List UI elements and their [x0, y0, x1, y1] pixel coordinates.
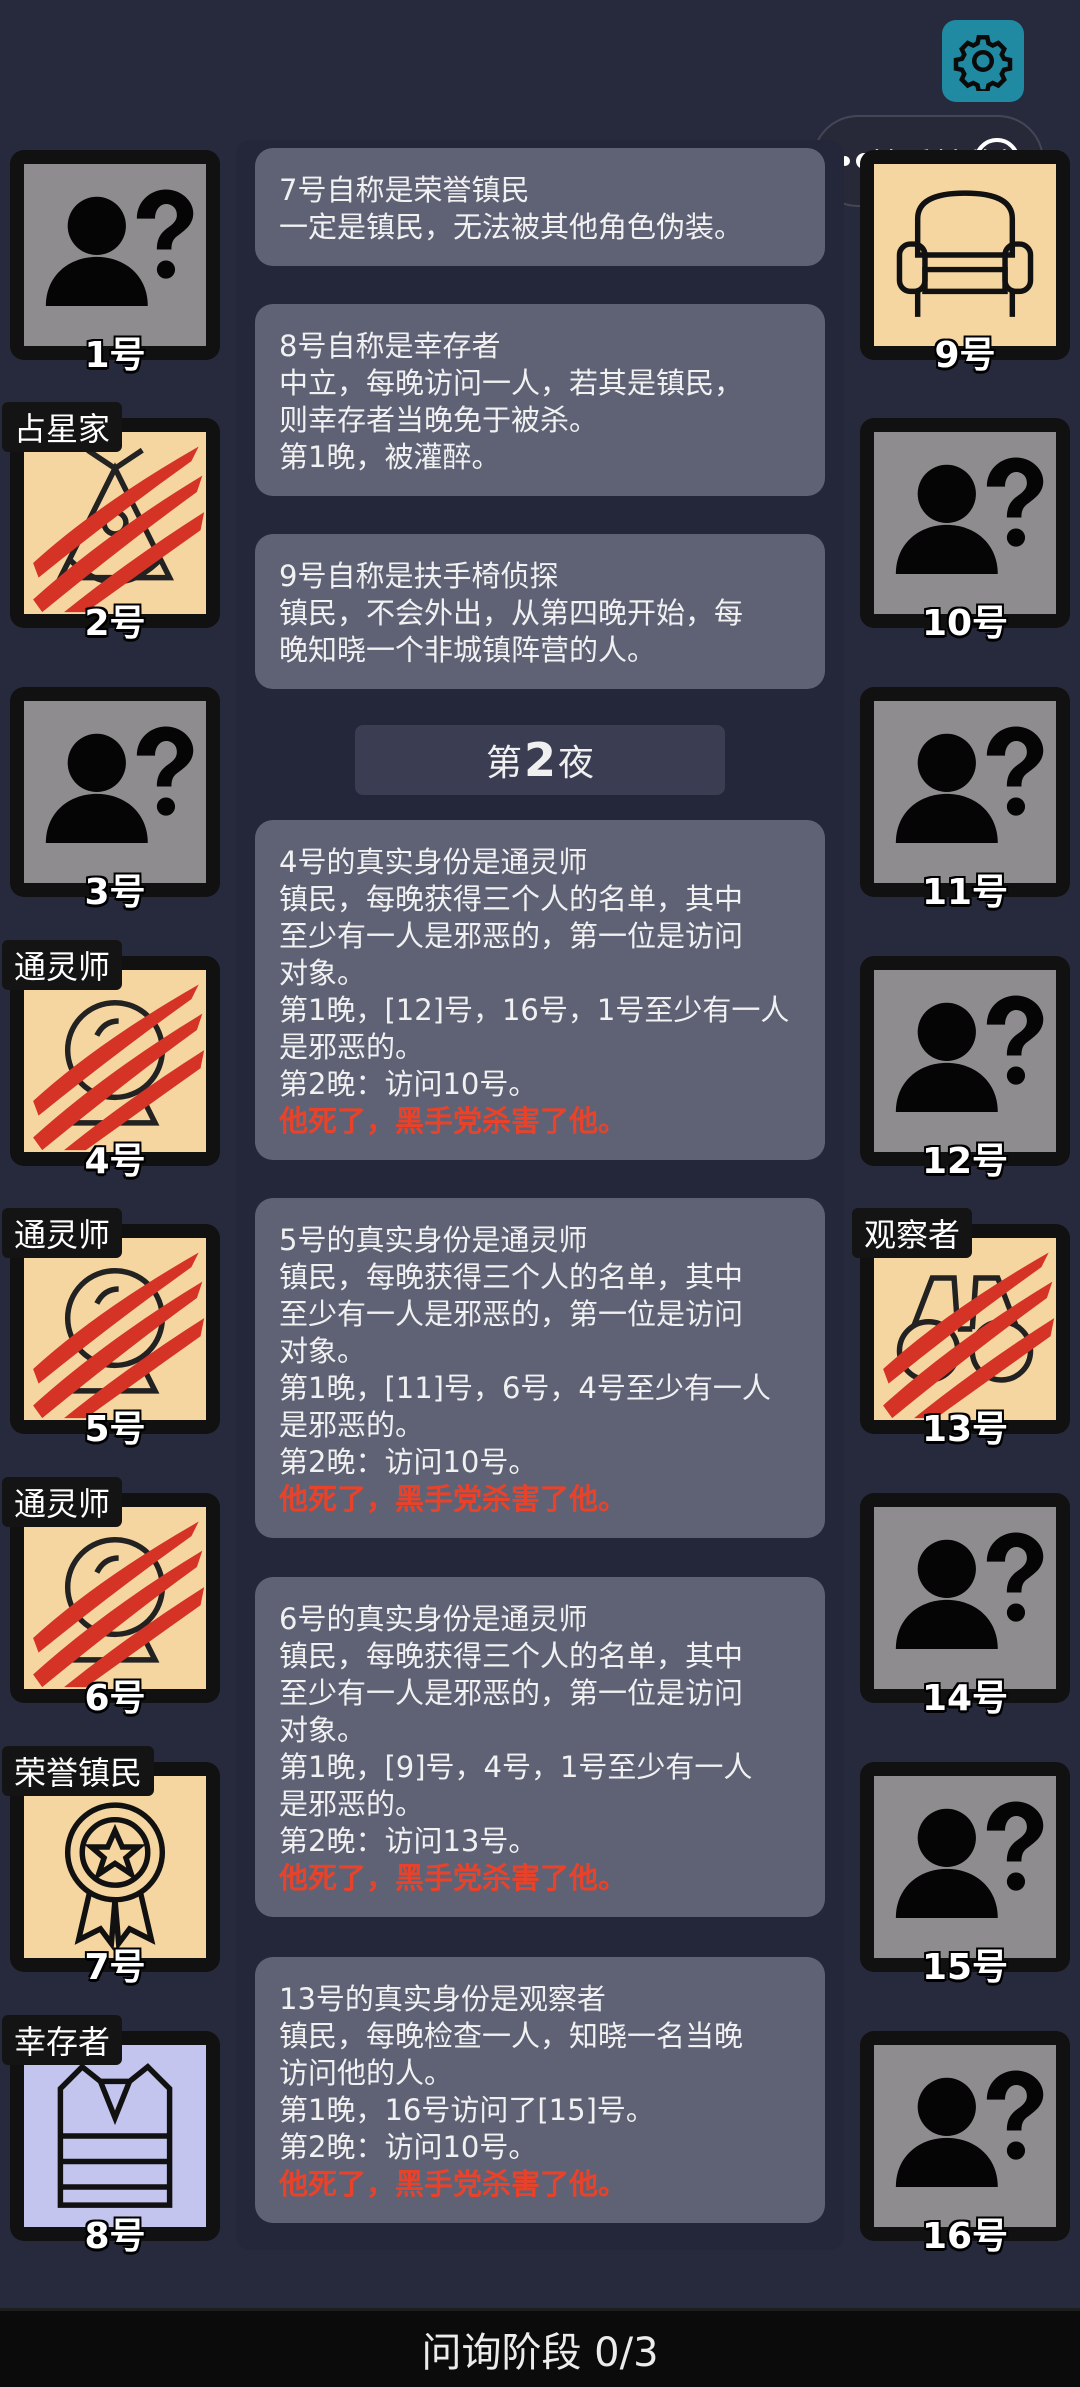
player-number: 5号 — [84, 1409, 146, 1450]
settings-button[interactable] — [942, 20, 1024, 102]
player-slot[interactable]: 10号 — [860, 418, 1070, 644]
death-notice: 他死了，黑手党杀害了他。 — [279, 1861, 628, 1895]
claw-marks — [883, 1252, 1055, 1419]
role-tag: 荣誉镇民 — [2, 1746, 155, 1796]
crystal-ball-icon — [24, 1238, 206, 1420]
astrologer-sextant-icon — [24, 432, 206, 614]
log-card: 9号自称是扶手椅侦探 镇民，不会外出，从第四晚开始，每 晚知晓一个非城镇阵营的人… — [255, 534, 825, 689]
unknown-person-icon — [874, 701, 1056, 883]
player-slot[interactable]: 通灵师 4号 — [2, 940, 220, 1182]
role-tag: 通灵师 — [2, 1477, 123, 1527]
unknown-person-icon — [24, 164, 206, 346]
gear-icon — [953, 35, 1013, 91]
log-card: 7号自称是荣誉镇民 一定是镇民，无法被其他角色伪装。 — [255, 148, 825, 266]
player-number: 12号 — [921, 1141, 1009, 1182]
player-number: 13号 — [921, 1409, 1009, 1450]
player-slot[interactable]: 观察者 13号 — [852, 1208, 1070, 1450]
log-card: 4号的真实身份是通灵师 镇民，每晚获得三个人的名单，其中 至少有一人是邪恶的，第… — [255, 820, 825, 1160]
death-notice: 他死了，黑手党杀害了他。 — [279, 1482, 628, 1516]
claw-marks — [33, 984, 205, 1151]
binoculars-icon — [874, 1238, 1056, 1420]
player-slot[interactable]: 11号 — [860, 687, 1070, 913]
player-number: 8号 — [84, 2216, 146, 2257]
player-number: 3号 — [84, 872, 146, 913]
role-tag: 幸存者 — [2, 2015, 123, 2065]
claw-marks — [33, 1252, 205, 1419]
claw-marks — [33, 1521, 205, 1688]
player-slot[interactable]: 荣誉镇民 7号 — [2, 1746, 220, 1988]
player-slot[interactable]: 16号 — [860, 2031, 1070, 2257]
unknown-person-icon — [874, 970, 1056, 1152]
phase-label: 问询阶段 0/3 — [421, 2330, 659, 2376]
player-slot[interactable]: 14号 — [860, 1493, 1070, 1719]
unknown-person-icon — [874, 1776, 1056, 1958]
player-number: 14号 — [921, 1678, 1009, 1719]
role-tag: 通灵师 — [2, 1208, 123, 1258]
player-slot[interactable]: 12号 — [860, 956, 1070, 1182]
player-slot[interactable]: 占星家 2号 — [2, 402, 220, 644]
player-number: 1号 — [84, 335, 146, 376]
log-card: 5号的真实身份是通灵师 镇民，每晚获得三个人的名单，其中 至少有一人是邪恶的，第… — [255, 1198, 825, 1538]
medal-icon — [24, 1776, 206, 1958]
crystal-ball-icon — [24, 1507, 206, 1689]
unknown-person-icon — [874, 1507, 1056, 1689]
player-number: 9号 — [934, 335, 996, 376]
player-slot[interactable]: 1号 — [10, 150, 220, 376]
night-divider: 第2夜 — [355, 725, 725, 795]
player-slot[interactable]: 通灵师 6号 — [2, 1477, 220, 1719]
player-number: 10号 — [921, 603, 1009, 644]
player-number: 11号 — [921, 872, 1009, 913]
player-number: 16号 — [921, 2216, 1009, 2257]
role-tag: 占星家 — [2, 402, 123, 452]
log-card: 6号的真实身份是通灵师 镇民，每晚获得三个人的名单，其中 至少有一人是邪恶的，第… — [255, 1577, 825, 1917]
player-number: 6号 — [84, 1678, 146, 1719]
claw-marks — [33, 446, 205, 613]
armchair-icon — [874, 164, 1056, 346]
unknown-person-icon — [874, 432, 1056, 614]
role-tag: 通灵师 — [2, 940, 123, 990]
log-card: 8号自称是幸存者 中立，每晚访问一人，若其是镇民， 则幸存者当晚免于被杀。 第1… — [255, 304, 825, 496]
player-slot[interactable]: 通灵师 5号 — [2, 1208, 220, 1450]
player-slot[interactable]: 15号 — [860, 1762, 1070, 1988]
log-card: 13号的真实身份是观察者 镇民，每晚检查一人，知晓一名当晚 访问他的人。 第1晚… — [255, 1957, 825, 2223]
player-slot[interactable]: 9号 — [860, 150, 1070, 376]
player-slot[interactable]: 幸存者 8号 — [2, 2015, 220, 2257]
player-number: 2号 — [84, 603, 146, 644]
player-number: 7号 — [84, 1947, 146, 1988]
crystal-ball-icon — [24, 970, 206, 1152]
unknown-person-icon — [874, 2045, 1056, 2227]
vest-icon — [24, 2045, 206, 2227]
unknown-person-icon — [24, 701, 206, 883]
player-slot[interactable]: 3号 — [10, 687, 220, 913]
death-notice: 他死了，黑手党杀害了他。 — [279, 2167, 628, 2201]
player-number: 15号 — [921, 1947, 1009, 1988]
death-notice: 他死了，黑手党杀害了他。 — [279, 1104, 628, 1138]
phase-status-bar: 问询阶段 0/3 — [0, 2308, 1080, 2387]
player-number: 4号 — [84, 1141, 146, 1182]
role-tag: 观察者 — [852, 1208, 973, 1258]
